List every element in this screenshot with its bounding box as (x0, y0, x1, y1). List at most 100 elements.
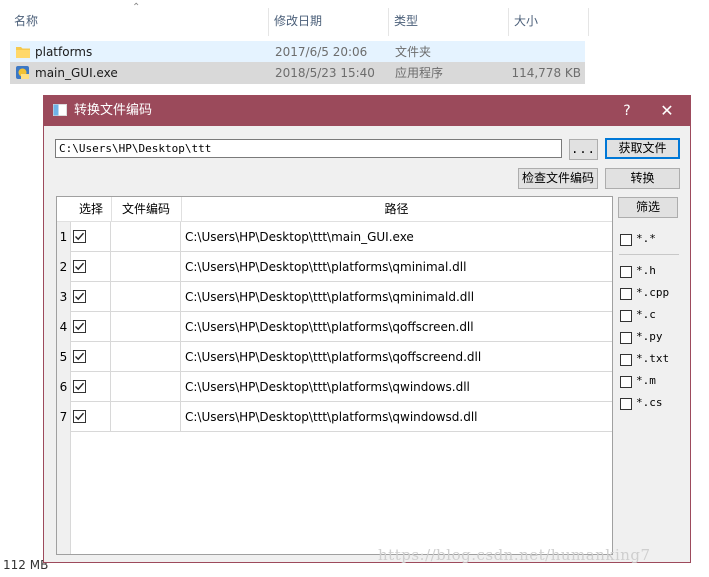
file-size: 114,778 KB (511, 66, 581, 80)
select-cell[interactable] (71, 342, 111, 372)
exe-icon (16, 66, 29, 79)
filter-checkbox[interactable] (620, 354, 632, 366)
check-icon (75, 232, 85, 241)
table-row[interactable]: 1 C:\Users\HP\Desktop\ttt\main_GUI.exe (57, 222, 612, 252)
path-input[interactable]: C:\Users\HP\Desktop\ttt (55, 139, 562, 158)
row-checkbox[interactable] (73, 410, 86, 423)
path-cell[interactable]: C:\Users\HP\Desktop\ttt\platforms\qminim… (181, 252, 612, 282)
header-select[interactable]: 选择 (71, 197, 111, 222)
app-window-icon (53, 104, 67, 116)
row-checkbox[interactable] (73, 290, 86, 303)
filter-item[interactable]: *.cpp (619, 284, 681, 304)
table-row[interactable]: 7 C:\Users\HP\Desktop\ttt\platforms\qwind… (57, 402, 612, 432)
path-cell[interactable]: C:\Users\HP\Desktop\ttt\platforms\qwindo… (181, 402, 612, 432)
convert-button[interactable]: 转换 (605, 168, 680, 189)
check-icon (75, 412, 85, 421)
file-name: main_GUI.exe (35, 66, 118, 80)
row-number: 2 (57, 252, 71, 282)
check-icon (75, 292, 85, 301)
row-checkbox[interactable] (73, 230, 86, 243)
check-encoding-button[interactable]: 检查文件编码 (518, 168, 598, 189)
file-row-main-gui-exe[interactable]: main_GUI.exe 2018/5/23 15:40 应用程序 114,77… (10, 62, 585, 84)
path-cell[interactable]: C:\Users\HP\Desktop\ttt\platforms\qoffsc… (181, 342, 612, 372)
row-number: 5 (57, 342, 71, 372)
encoding-cell[interactable] (111, 372, 181, 402)
column-header-size[interactable]: 大小 (508, 8, 588, 34)
filter-label: *.h (636, 264, 656, 277)
select-cell[interactable] (71, 252, 111, 282)
folder-icon (16, 47, 30, 58)
filter-label: *.py (636, 330, 663, 343)
filter-item[interactable]: *.m (619, 372, 681, 392)
row-number: 7 (57, 402, 71, 432)
filter-checkbox[interactable] (620, 310, 632, 322)
convert-encoding-dialog: 转换文件编码 ? ✕ C:\Users\HP\Desktop\ttt ... 获… (43, 95, 691, 563)
select-cell[interactable] (71, 282, 111, 312)
file-row-platforms[interactable]: platforms 2017/6/5 20:06 文件夹 (10, 41, 585, 63)
encoding-cell[interactable] (111, 282, 181, 312)
filter-checkbox[interactable] (620, 398, 632, 410)
encoding-cell[interactable] (111, 252, 181, 282)
table-header: 选择 文件编码 路径 (57, 197, 612, 222)
file-table[interactable]: 选择 文件编码 路径 1 C:\Users\HP\Desktop\ttt\main… (56, 196, 613, 555)
file-date: 2017/6/5 20:06 (275, 45, 368, 59)
help-button[interactable]: ? (614, 96, 640, 126)
path-cell[interactable]: C:\Users\HP\Desktop\ttt\platforms\qminim… (181, 282, 612, 312)
filter-item[interactable]: *.py (619, 328, 681, 348)
filter-checkbox[interactable] (620, 332, 632, 344)
filter-label: *.cpp (636, 286, 670, 299)
filter-button[interactable]: 筛选 (618, 197, 678, 218)
filter-item[interactable]: *.c (619, 306, 681, 326)
row-checkbox[interactable] (73, 260, 86, 273)
get-file-button[interactable]: 获取文件 (605, 138, 680, 159)
file-date: 2018/5/23 15:40 (275, 66, 375, 80)
table-row[interactable]: 6 C:\Users\HP\Desktop\ttt\platforms\qwind… (57, 372, 612, 402)
encoding-cell[interactable] (111, 222, 181, 252)
select-cell[interactable] (71, 402, 111, 432)
encoding-cell[interactable] (111, 312, 181, 342)
row-checkbox[interactable] (73, 320, 86, 333)
dialog-titlebar[interactable]: 转换文件编码 ? ✕ (44, 96, 690, 126)
header-path[interactable]: 路径 (181, 197, 612, 222)
row-checkbox[interactable] (73, 350, 86, 363)
filter-item[interactable]: *.txt (619, 350, 681, 370)
path-cell[interactable]: C:\Users\HP\Desktop\ttt\platforms\qwindo… (181, 372, 612, 402)
column-header-date[interactable]: 修改日期 (268, 8, 388, 34)
filter-label: *.m (636, 374, 656, 387)
select-cell[interactable] (71, 312, 111, 342)
filter-all-checkbox[interactable] (620, 234, 632, 246)
encoding-cell[interactable] (111, 402, 181, 432)
header-encoding[interactable]: 文件编码 (111, 197, 181, 222)
filter-checkbox[interactable] (620, 288, 632, 300)
close-button[interactable]: ✕ (652, 96, 682, 126)
filter-item[interactable]: *.h (619, 262, 681, 282)
select-cell[interactable] (71, 222, 111, 252)
file-type: 应用程序 (395, 66, 444, 80)
filter-all[interactable]: *.* (619, 230, 681, 250)
table-row[interactable]: 3 C:\Users\HP\Desktop\ttt\platforms\qmini… (57, 282, 612, 312)
check-icon (75, 322, 85, 331)
path-cell[interactable]: C:\Users\HP\Desktop\ttt\platforms\qoffsc… (181, 312, 612, 342)
filter-checkbox[interactable] (620, 376, 632, 388)
table-row[interactable]: 2 C:\Users\HP\Desktop\ttt\platforms\qmini… (57, 252, 612, 282)
browse-button[interactable]: ... (569, 139, 598, 160)
table-row[interactable]: 5 C:\Users\HP\Desktop\ttt\platforms\qoffs… (57, 342, 612, 372)
encoding-cell[interactable] (111, 342, 181, 372)
row-number: 1 (57, 222, 71, 252)
table-row[interactable]: 4 C:\Users\HP\Desktop\ttt\platforms\qoffs… (57, 312, 612, 342)
check-icon (75, 382, 85, 391)
watermark-text: https://blog.csdn.net/humanking7 (378, 546, 651, 564)
row-checkbox[interactable] (73, 380, 86, 393)
path-cell[interactable]: C:\Users\HP\Desktop\ttt\main_GUI.exe (181, 222, 612, 252)
column-header-type[interactable]: 类型 (388, 8, 508, 34)
filter-item[interactable]: *.cs (619, 394, 681, 414)
row-number: 4 (57, 312, 71, 342)
status-bar-size: 112 MB (3, 558, 49, 572)
column-header-name[interactable]: 名称 (8, 8, 268, 34)
filter-divider (619, 254, 679, 255)
filter-all-label: *.* (636, 232, 656, 245)
column-separator[interactable] (588, 8, 589, 36)
select-cell[interactable] (71, 372, 111, 402)
filter-checkbox[interactable] (620, 266, 632, 278)
row-number: 6 (57, 372, 71, 402)
